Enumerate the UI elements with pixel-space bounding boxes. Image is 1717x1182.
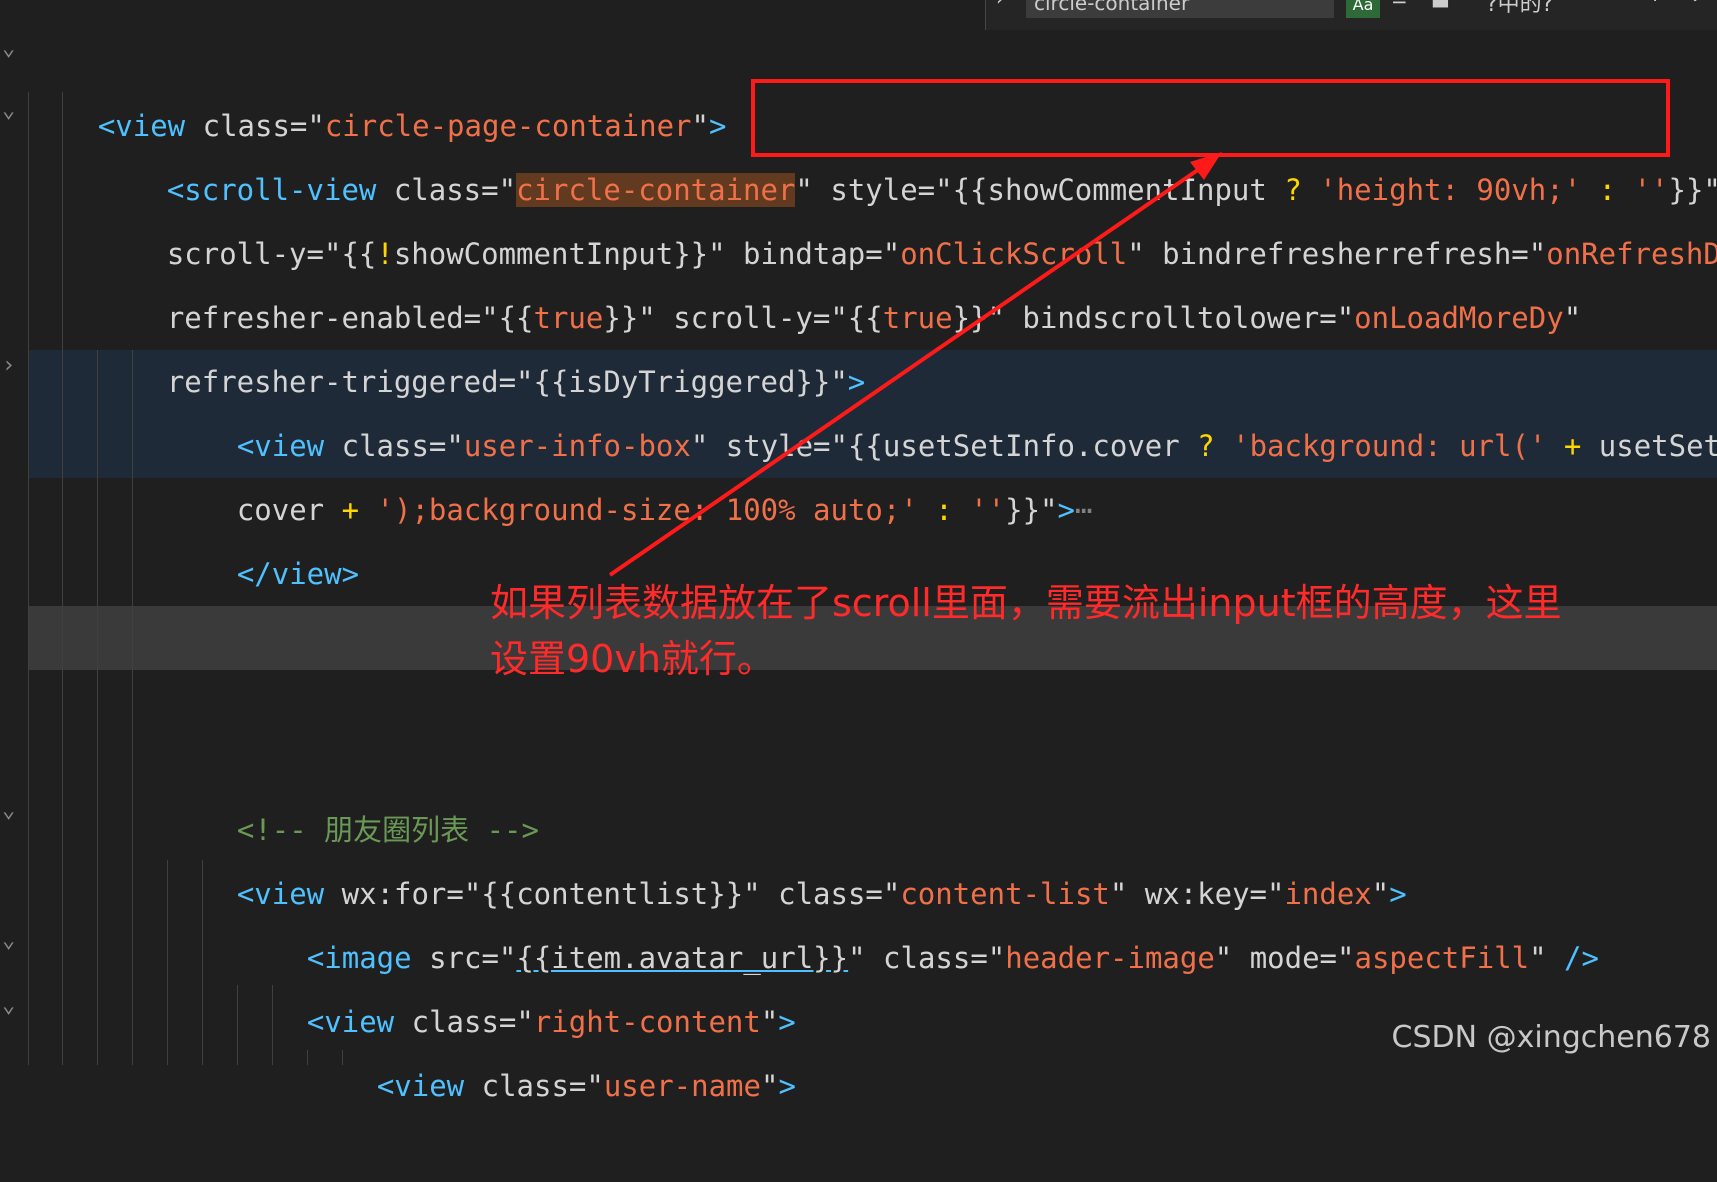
watermark: CSDN @xingchen678 — [1392, 1020, 1711, 1055]
annotation-text: 如果列表数据放在了scroll里面，需要流出input框的高度，这里 设置90v… — [490, 575, 1690, 687]
quote-token: " — [761, 1069, 778, 1103]
string-token: user-name — [604, 1069, 761, 1103]
annotation-arrow-icon — [0, 0, 1717, 1065]
quote-token: " — [586, 1069, 603, 1103]
tag-token: <view — [377, 1069, 482, 1103]
annotation-line: 设置90vh就行。 — [490, 631, 1690, 687]
tag-token: > — [778, 1069, 795, 1103]
annotation-line: 如果列表数据放在了scroll里面，需要流出input框的高度，这里 — [490, 575, 1690, 631]
attr-token: class= — [482, 1069, 587, 1103]
